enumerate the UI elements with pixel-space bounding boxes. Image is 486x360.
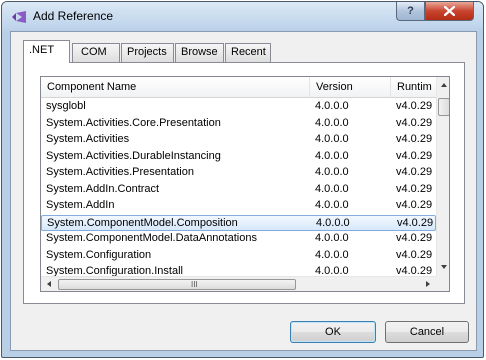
- tab-label: Projects: [127, 46, 167, 58]
- vertical-scrollbar[interactable]: [436, 77, 449, 276]
- component-runtime: v4.0.29: [396, 248, 433, 261]
- component-version: 4.0.0.0: [315, 182, 349, 195]
- list-row-selected[interactable]: System.ComponentModel.Composition 4.0.0.…: [41, 214, 436, 231]
- tab-panel-dotnet: Component Name Version Runtim sysglobl 4…: [23, 62, 465, 304]
- component-name: System.Configuration: [46, 248, 152, 261]
- component-list[interactable]: Component Name Version Runtim sysglobl 4…: [40, 76, 450, 292]
- component-runtime: v4.0.29: [396, 116, 433, 129]
- component-name: System.Activities.DurableInstancing: [46, 149, 221, 162]
- tab-label: Recent: [231, 46, 266, 58]
- column-header-version[interactable]: Version: [310, 77, 391, 98]
- component-name: System.ComponentModel.DataAnnotations: [46, 232, 257, 244]
- scroll-right-arrow-icon[interactable]: [426, 281, 430, 287]
- component-runtime: v4.0.29: [396, 149, 433, 162]
- list-header: Component Name Version Runtim: [41, 77, 436, 98]
- component-runtime: v4.0.29: [396, 182, 433, 195]
- list-row[interactable]: System.Activities.Presentation 4.0.0.0 v…: [41, 165, 436, 182]
- component-name: System.AddIn.Contract: [46, 182, 160, 195]
- add-reference-dialog: Add Reference ? .NET COM Projects Browse: [1, 1, 484, 358]
- help-icon: ?: [407, 5, 414, 17]
- component-name: sysglobl: [46, 100, 86, 112]
- title-bar[interactable]: Add Reference ?: [2, 2, 483, 30]
- component-name: System.ComponentModel.Composition: [47, 216, 238, 229]
- component-version: 4.0.0.0: [315, 133, 349, 145]
- column-header-component-name[interactable]: Component Name: [41, 77, 310, 98]
- component-runtime: v4.0.29: [396, 100, 433, 112]
- scroll-up-arrow-icon[interactable]: [441, 83, 447, 87]
- list-row[interactable]: System.ComponentModel.DataAnnotations 4.…: [41, 231, 436, 248]
- list-row[interactable]: sysglobl 4.0.0.0 v4.0.29: [41, 99, 436, 116]
- component-runtime: v4.0.29: [396, 232, 433, 244]
- list-rows: sysglobl 4.0.0.0 v4.0.29 System.Activiti…: [41, 99, 436, 281]
- component-runtime: v4.0.29: [396, 166, 433, 178]
- list-row[interactable]: System.AddIn 4.0.0.0 v4.0.29: [41, 198, 436, 215]
- tab-label: .NET: [29, 44, 55, 56]
- ok-button[interactable]: OK: [290, 321, 376, 343]
- cancel-button[interactable]: Cancel: [385, 321, 469, 343]
- scroll-grip-icon: III: [191, 280, 198, 289]
- close-icon: [444, 6, 455, 16]
- list-row[interactable]: System.AddIn.Contract 4.0.0.0 v4.0.29: [41, 182, 436, 199]
- component-version: 4.0.0.0: [315, 116, 349, 129]
- component-version: 4.0.0.0: [315, 248, 349, 261]
- component-version: 4.0.0.0: [315, 199, 349, 211]
- vertical-scroll-thumb[interactable]: [438, 98, 449, 116]
- component-version: 4.0.0.0: [316, 216, 350, 229]
- component-name: System.AddIn: [46, 199, 115, 211]
- close-button[interactable]: [425, 2, 474, 21]
- horizontal-scroll-thumb[interactable]: III: [58, 279, 296, 290]
- component-version: 4.0.0.0: [315, 149, 349, 162]
- tab-browse[interactable]: Browse: [175, 43, 224, 62]
- tab-label: Browse: [181, 46, 218, 58]
- component-runtime: v4.0.29: [396, 133, 433, 145]
- window-title: Add Reference: [33, 9, 114, 23]
- help-button[interactable]: ?: [396, 2, 425, 21]
- tab-label: COM: [81, 46, 107, 58]
- component-version: 4.0.0.0: [315, 100, 349, 112]
- scrollbar-corner: [436, 276, 449, 291]
- component-name: System.Activities: [46, 133, 130, 145]
- tab-com[interactable]: COM: [72, 43, 120, 62]
- list-row[interactable]: System.Configuration 4.0.0.0 v4.0.29: [41, 248, 436, 265]
- component-runtime: v4.0.29: [397, 216, 434, 229]
- component-name: System.Activities.Core.Presentation: [46, 116, 221, 129]
- list-row[interactable]: System.Activities 4.0.0.0 v4.0.29: [41, 132, 436, 149]
- visual-studio-icon: [12, 11, 26, 23]
- list-row[interactable]: System.Activities.DurableInstancing 4.0.…: [41, 149, 436, 166]
- list-row[interactable]: System.Activities.Core.Presentation 4.0.…: [41, 116, 436, 133]
- tab-recent[interactable]: Recent: [225, 43, 271, 62]
- scroll-down-arrow-icon[interactable]: [441, 265, 447, 269]
- component-name: System.Activities.Presentation: [46, 166, 194, 178]
- column-header-runtime[interactable]: Runtim: [391, 77, 436, 98]
- component-runtime: v4.0.29: [396, 199, 433, 211]
- horizontal-scrollbar[interactable]: III: [41, 276, 436, 291]
- scroll-left-arrow-icon[interactable]: [47, 281, 51, 287]
- component-version: 4.0.0.0: [315, 166, 349, 178]
- tab-dotnet[interactable]: .NET: [23, 40, 70, 63]
- tab-projects[interactable]: Projects: [121, 43, 174, 62]
- component-version: 4.0.0.0: [315, 232, 349, 244]
- dialog-body: .NET COM Projects Browse Recent Componen…: [10, 31, 477, 351]
